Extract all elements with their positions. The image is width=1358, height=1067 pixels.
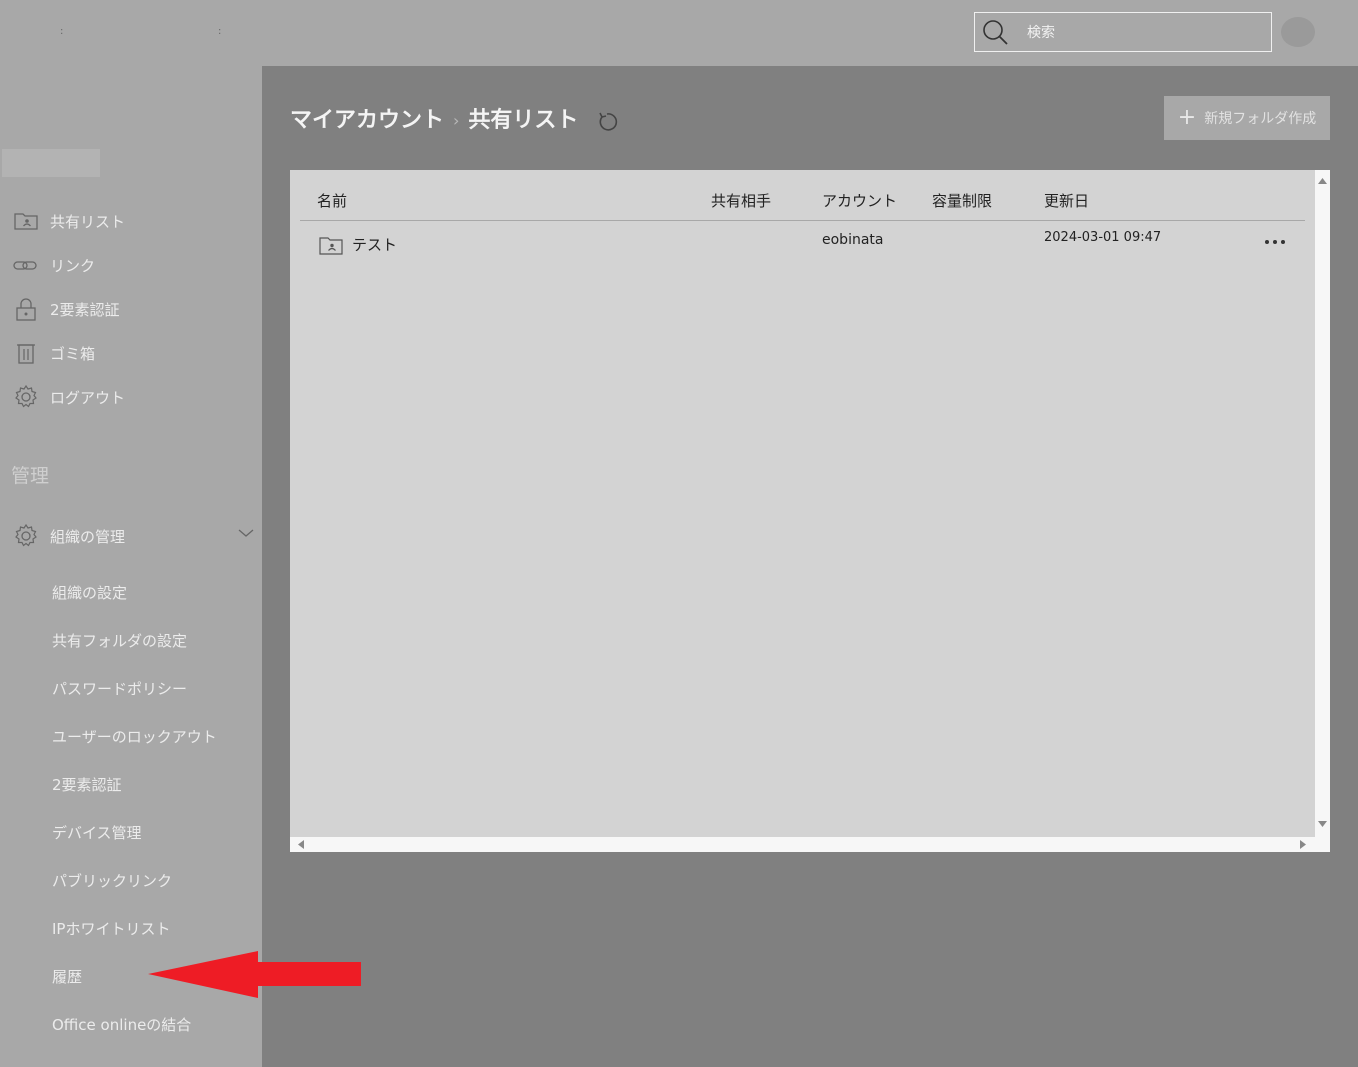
scroll-up-icon[interactable] (1318, 178, 1327, 184)
sidebar-subitem-password-policy[interactable]: パスワードポリシー (52, 678, 187, 699)
breadcrumb-separator: › (453, 110, 460, 130)
row-account: eobinata (822, 232, 884, 248)
top-bar: : : (0, 0, 1358, 66)
logo-placeholder (2, 149, 100, 177)
sidebar-subitem-2fa[interactable]: 2要素認証 (52, 774, 122, 795)
row-name[interactable]: テスト (352, 234, 397, 255)
search-input[interactable] (1025, 21, 1259, 45)
horizontal-scrollbar[interactable] (290, 837, 1330, 852)
gear-icon (15, 524, 37, 547)
sidebar-item-logout[interactable]: ログアウト (0, 379, 262, 415)
section-title-admin: 管理 (11, 465, 50, 487)
sidebar-item-2fa[interactable]: 2要素認証 (0, 291, 262, 327)
table-row[interactable]: テスト eobinata 2024-03-01 09:47 (300, 222, 1305, 266)
refresh-icon[interactable] (596, 110, 618, 132)
file-table-panel (290, 170, 1330, 852)
column-header-updated[interactable]: 更新日 (1044, 190, 1089, 211)
logo-mark: : (218, 26, 222, 37)
breadcrumb: マイアカウント › 共有リスト (290, 102, 618, 134)
scroll-down-icon[interactable] (1318, 821, 1327, 827)
chevron-down-icon[interactable] (238, 528, 254, 538)
column-header-quota[interactable]: 容量制限 (932, 190, 992, 211)
plus-icon: + (1177, 105, 1197, 130)
vertical-scrollbar[interactable] (1315, 170, 1330, 837)
trash-icon (17, 344, 35, 364)
sidebar-item-trash[interactable]: ゴミ箱 (0, 335, 262, 371)
sidebar-subitem-device-management[interactable]: デバイス管理 (52, 822, 142, 843)
sidebar-item-link[interactable]: リンク (0, 247, 262, 283)
sidebar-item-label: ゴミ箱 (50, 344, 96, 363)
scroll-left-icon[interactable] (298, 840, 304, 849)
column-header-account[interactable]: アカウント (822, 190, 897, 211)
header-divider (300, 220, 1305, 221)
search-icon (983, 20, 1008, 45)
sidebar-subitem-org-settings[interactable]: 組織の設定 (52, 582, 127, 603)
column-header-name[interactable]: 名前 (317, 190, 347, 211)
new-folder-label: 新規フォルダ作成 (1204, 111, 1317, 127)
sidebar-subitem-history[interactable]: 履歴 (52, 966, 82, 987)
link-icon (13, 261, 37, 270)
sidebar-item-label: 共有リスト (50, 212, 126, 231)
row-updated: 2024-03-01 09:47 (1044, 230, 1162, 245)
sidebar-subitem-shared-folder-settings[interactable]: 共有フォルダの設定 (52, 630, 187, 651)
scroll-right-icon[interactable] (1300, 840, 1306, 849)
logo-mark: : (60, 26, 64, 37)
sidebar-item-label: リンク (50, 256, 96, 275)
shared-folder-icon (14, 213, 38, 230)
gear-icon (15, 385, 37, 408)
sidebar: 共有リスト リンク 2要素認証 ゴミ箱 ログアウト 管理 組織の管理 組織の設定… (0, 66, 262, 1067)
sidebar-group-org-management[interactable]: 組織の管理 (0, 518, 262, 554)
sidebar-subitem-ip-whitelist[interactable]: IPホワイトリスト (52, 918, 170, 939)
shared-folder-icon (319, 237, 343, 255)
new-folder-button[interactable]: + 新規フォルダ作成 (1164, 96, 1330, 140)
avatar[interactable] (1281, 17, 1315, 47)
breadcrumb-my-account[interactable]: マイアカウント (290, 102, 444, 134)
sidebar-item-label: ログアウト (50, 388, 126, 407)
lock-icon (16, 298, 36, 321)
sidebar-subitem-user-lockout[interactable]: ユーザーのロックアウト (52, 726, 217, 747)
sidebar-subitem-public-link[interactable]: パブリックリンク (52, 870, 172, 891)
page-title: 共有リスト (468, 108, 579, 133)
search-box[interactable] (974, 12, 1272, 52)
column-header-shared-with[interactable]: 共有相手 (711, 190, 771, 211)
sidebar-subitem-office-online[interactable]: Office onlineの結合 (52, 1014, 191, 1035)
more-options-icon[interactable] (1264, 234, 1286, 250)
sidebar-item-label: 2要素認証 (50, 300, 120, 319)
sidebar-item-shared-list[interactable]: 共有リスト (0, 203, 262, 239)
sidebar-group-label: 組織の管理 (50, 527, 126, 546)
red-annotation-arrow (148, 951, 361, 998)
